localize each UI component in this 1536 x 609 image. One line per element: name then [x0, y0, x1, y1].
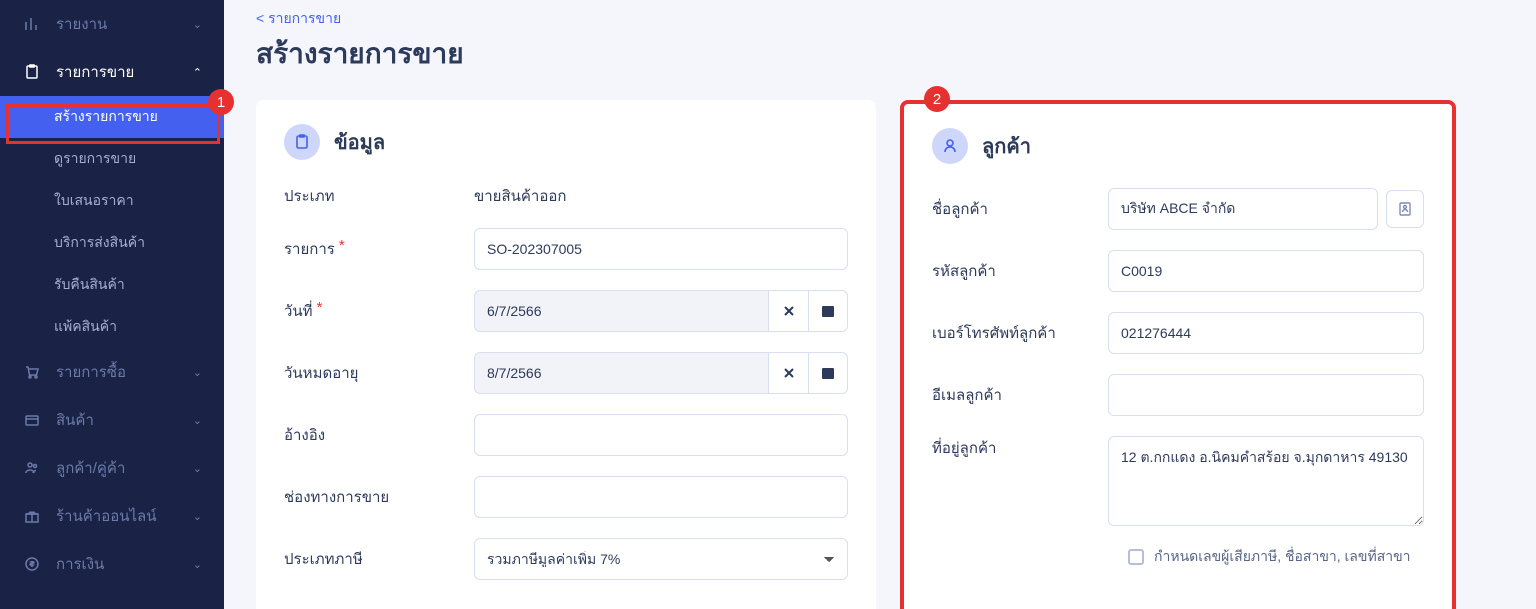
type-label: ประเภท [284, 184, 474, 208]
item-label: รายการ* [284, 237, 474, 261]
sidebar-sub-quotation[interactable]: ใบเสนอราคา [0, 180, 224, 222]
channel-input[interactable] [474, 476, 848, 518]
cust-name-label: ชื่อลูกค้า [932, 197, 1108, 221]
clipboard-icon [22, 64, 42, 80]
tax-label: ประเภทภาษี [284, 547, 474, 571]
date-label: วันที่* [284, 299, 474, 323]
annotation-highlight-1 [6, 104, 220, 144]
sidebar-sub-view-sales[interactable]: ดูรายการขาย [0, 138, 224, 180]
sidebar-label: การเงิน [56, 552, 104, 576]
breadcrumb[interactable]: < รายการขาย [256, 0, 1504, 32]
date-input[interactable] [474, 290, 768, 332]
cust-phone-label: เบอร์โทรศัพท์ลูกค้า [932, 321, 1108, 345]
sidebar-item-reports[interactable]: รายงาน ⌄ [0, 0, 224, 48]
clipboard-icon [284, 124, 320, 160]
sidebar-label: สินค้า [56, 408, 94, 432]
annotation-badge-1: 1 [208, 89, 234, 115]
info-panel: ข้อมูล ประเภท ขายสินค้าออก รายการ* วันที… [256, 100, 876, 609]
cust-phone-input[interactable] [1108, 312, 1424, 354]
customer-panel: ลูกค้า ชื่อลูกค้า รหัสลูกค้า เบอร์โทรศัพ… [900, 100, 1456, 609]
sidebar-label: รายการขาย [56, 60, 134, 84]
sidebar-label: รายงาน [56, 12, 107, 36]
sidebar-item-money[interactable]: การเงิน ⌄ [0, 540, 224, 588]
expire-input[interactable] [474, 352, 768, 394]
channel-label: ช่องทางการขาย [284, 485, 474, 509]
calendar-expire-button[interactable] [808, 352, 848, 394]
chevron-down-icon: ⌄ [193, 414, 202, 427]
package-icon [22, 412, 42, 428]
sidebar-label: ลูกค้า/คู่ค้า [56, 456, 125, 480]
gift-icon [22, 508, 42, 524]
sidebar-sub-returns[interactable]: รับคืนสินค้า [0, 264, 224, 306]
ref-input[interactable] [474, 414, 848, 456]
sidebar-item-products[interactable]: สินค้า ⌄ [0, 396, 224, 444]
annotation-badge-2: 2 [924, 86, 950, 112]
users-icon [22, 460, 42, 476]
sidebar-sub-shipping[interactable]: บริการส่งสินค้า [0, 222, 224, 264]
main-content: < รายการขาย สร้างรายการขาย ข้อมูล ประเภท… [224, 0, 1536, 609]
sidebar-item-sales[interactable]: รายการขาย ⌃ [0, 48, 224, 96]
sidebar-sub-packing[interactable]: แพ้คสินค้า [0, 306, 224, 348]
tax-select[interactable]: รวมภาษีมูลค่าเพิ่ม 7% [474, 538, 848, 580]
sidebar-item-purchase[interactable]: รายการซื้อ ⌄ [0, 348, 224, 396]
dollar-icon [22, 556, 42, 572]
chevron-down-icon: ⌄ [193, 462, 202, 475]
ref-label: อ้างอิง [284, 423, 474, 447]
chevron-up-icon: ⌃ [193, 66, 202, 79]
cust-address-input[interactable] [1108, 436, 1424, 526]
chevron-down-icon: ⌄ [193, 510, 202, 523]
sidebar-label: รายการซื้อ [56, 360, 126, 384]
clear-expire-button[interactable] [768, 352, 808, 394]
sidebar: รายงาน ⌄ รายการขาย ⌃ สร้างรายการขาย ดูรา… [0, 0, 224, 609]
sidebar-item-customers[interactable]: ลูกค้า/คู่ค้า ⌄ [0, 444, 224, 492]
user-icon [932, 128, 968, 164]
chevron-down-icon: ⌄ [193, 558, 202, 571]
sidebar-label: ร้านค้าออนไลน์ [56, 504, 156, 528]
cust-name-input[interactable] [1108, 188, 1378, 230]
chevron-down-icon: ⌄ [193, 366, 202, 379]
item-input[interactable] [474, 228, 848, 270]
addressbook-button[interactable] [1386, 190, 1424, 228]
panel-title: ลูกค้า [982, 130, 1031, 162]
tax-checkbox-label: กำหนดเลขผู้เสียภาษี, ชื่อสาขา, เลขที่สาข… [1154, 546, 1411, 568]
cust-address-label: ที่อยู่ลูกค้า [932, 436, 1108, 460]
cust-code-label: รหัสลูกค้า [932, 259, 1108, 283]
cust-email-label: อีเมลลูกค้า [932, 383, 1108, 407]
calendar-button[interactable] [808, 290, 848, 332]
cart-icon [22, 364, 42, 380]
type-value: ขายสินค้าออก [474, 184, 848, 208]
sidebar-item-online[interactable]: ร้านค้าออนไลน์ ⌄ [0, 492, 224, 540]
expire-label: วันหมดอายุ [284, 361, 474, 385]
cust-email-input[interactable] [1108, 374, 1424, 416]
cust-code-input[interactable] [1108, 250, 1424, 292]
clear-date-button[interactable] [768, 290, 808, 332]
tax-checkbox[interactable] [1128, 549, 1144, 565]
chevron-down-icon: ⌄ [193, 18, 202, 31]
chart-bar-icon [22, 16, 42, 32]
page-title: สร้างรายการขาย [256, 32, 1504, 76]
panel-title: ข้อมูล [334, 126, 385, 158]
